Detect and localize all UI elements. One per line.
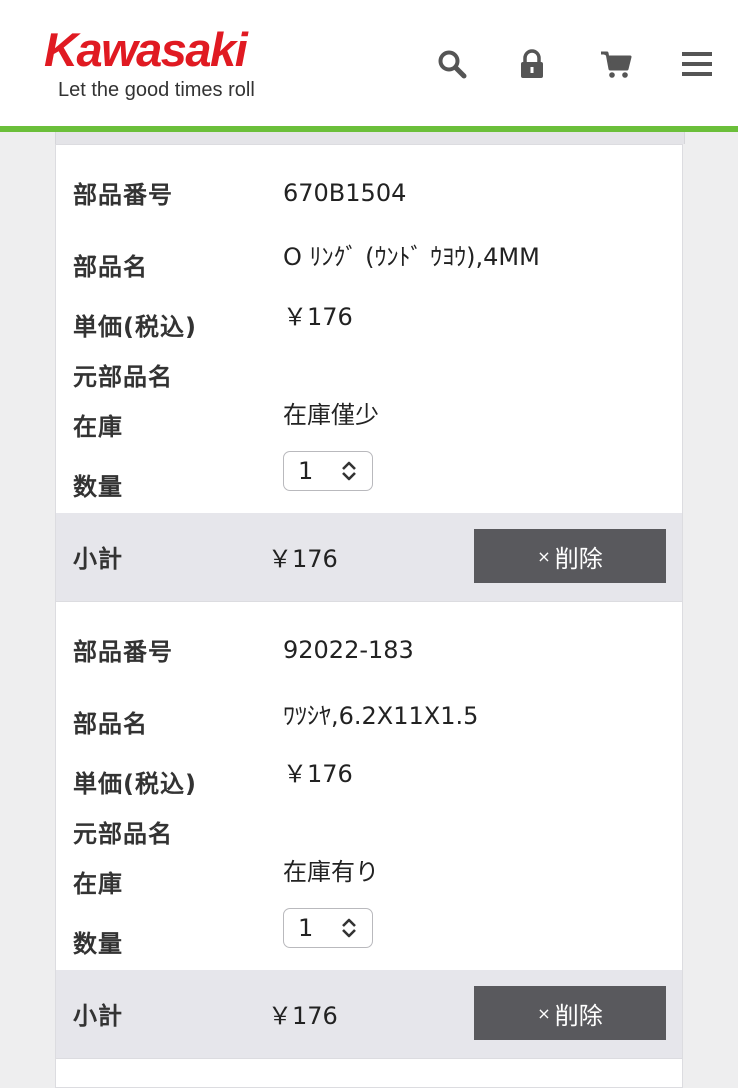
delete-label: 削除 [554,544,603,573]
part-name-value: O ﾘﾝｸﾞ (ｳﾝﾄﾞ ｳﾖｳ),4MM [283,243,540,271]
delete-button[interactable]: × 削除 [474,986,666,1040]
subtotal-value: ￥176 [268,1002,338,1030]
quantity-label: 数量 [73,930,123,958]
cart-item: 部品番号 92022-183 部品名 ﾜﾂｼﾔ,6.2X11X1.5 単価(税込… [55,601,683,1059]
subtotal-bar: 小計 ￥176 × 削除 [56,513,682,601]
cart-icon[interactable] [596,44,636,84]
stock-label: 在庫 [73,413,123,441]
subtotal-label: 小計 [73,1002,123,1030]
quantity-select[interactable]: 1 [283,908,373,948]
kawasaki-logo[interactable]: Kawasaki Let the good times roll [44,26,255,102]
unit-price-label: 単価(税込) [73,770,197,798]
logo-tagline: Let the good times roll [58,79,255,101]
cart-item: 部品番号 670B1504 部品名 O ﾘﾝｸﾞ (ｳﾝﾄﾞ ｳﾖｳ),4MM … [55,144,683,602]
part-name-label: 部品名 [73,710,148,738]
search-icon[interactable] [432,44,472,84]
part-number-label: 部品番号 [73,181,173,209]
part-number-value: 670B1504 [283,179,407,207]
delete-button[interactable]: × 削除 [474,529,666,583]
subtotal-value: ￥176 [268,545,338,573]
subtotal-label: 小計 [73,545,123,573]
subtotal-bar: 小計 ￥176 × 削除 [56,970,682,1058]
close-icon: × [537,546,551,566]
unit-price-value: ￥176 [283,303,353,331]
chevron-up-down-icon [338,456,360,486]
next-cart-item-edge [55,1058,683,1088]
original-part-name-label: 元部品名 [73,820,173,848]
list-top-edge [55,132,685,144]
quantity-value: 1 [298,457,314,485]
chevron-up-down-icon [338,913,360,943]
close-icon: × [537,1003,551,1023]
delete-label: 削除 [554,1001,603,1030]
original-part-name-label: 元部品名 [73,363,173,391]
stock-label: 在庫 [73,870,123,898]
part-name-label: 部品名 [73,253,148,281]
logo-brand: Kawasaki [44,23,248,76]
unit-price-value: ￥176 [283,760,353,788]
site-header: Kawasaki Let the good times roll [0,0,738,132]
quantity-select[interactable]: 1 [283,451,373,491]
part-number-value: 92022-183 [283,636,414,664]
stock-value: 在庫有り [283,858,379,886]
unit-price-label: 単価(税込) [73,313,197,341]
part-name-value: ﾜﾂｼﾔ,6.2X11X1.5 [283,702,479,730]
menu-icon[interactable] [677,44,717,84]
lock-icon[interactable] [512,44,552,84]
stock-value: 在庫僅少 [283,401,379,429]
quantity-value: 1 [298,914,314,942]
part-number-label: 部品番号 [73,638,173,666]
quantity-label: 数量 [73,473,123,501]
